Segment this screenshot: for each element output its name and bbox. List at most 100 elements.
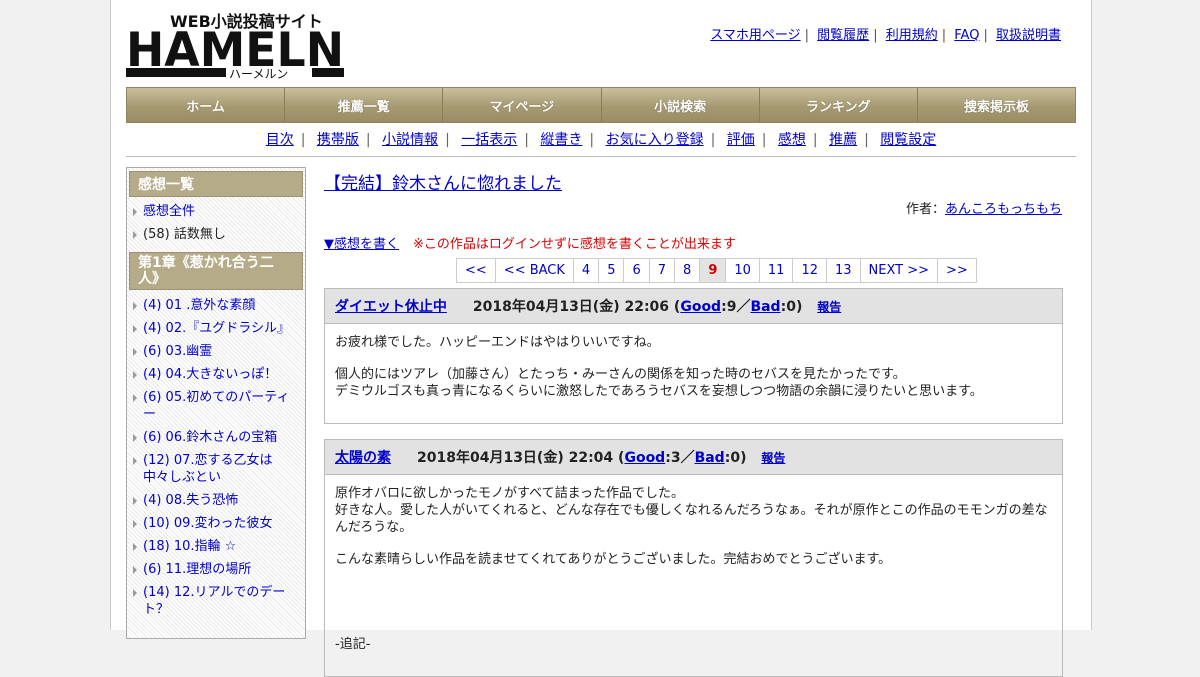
separator: |	[710, 132, 716, 148]
hameln-logo[interactable]: WEB小説投稿サイト HAMELN ハーメルン	[126, 10, 346, 81]
bad-count: 0	[730, 450, 741, 466]
subnav-reviews[interactable]: 感想	[778, 132, 806, 148]
sidebar-episode: (4) 08.失う恐怖	[127, 489, 305, 512]
review-header: ダイエット休止中 2018年04月13日(金) 22:06 (Good:9／Bad…	[325, 289, 1062, 324]
write-review-link[interactable]: ▼感想を書く	[324, 237, 399, 252]
author-link[interactable]: あんころもっちもち	[945, 202, 1062, 217]
episode-link[interactable]: (12) 07.恋する乙女は中々しぶとい	[143, 453, 273, 485]
sidebar-episode: (10) 09.変わった彼女	[127, 512, 305, 535]
write-review-note: ※この作品はログインせずに感想を書くことが出来ます	[413, 237, 736, 252]
subnav-vertical[interactable]: 縦書き	[540, 132, 582, 148]
episode-link[interactable]: (10) 09.変わった彼女	[143, 516, 273, 531]
bad-link[interactable]: Bad	[750, 299, 780, 315]
pager-back[interactable]: << BACK	[494, 258, 574, 283]
nav-home[interactable]: ホーム	[127, 88, 286, 122]
pager-page[interactable]: 10	[725, 258, 760, 283]
episode-link[interactable]: (6) 03.幽霊	[143, 344, 212, 359]
subnav-view-settings[interactable]: 閲覧設定	[880, 132, 936, 148]
subnav-mobile[interactable]: 携帯版	[317, 132, 359, 148]
sidebar-all-link[interactable]: 感想全件	[143, 204, 195, 219]
pager-page[interactable]: 4	[572, 258, 600, 283]
nav-mypage[interactable]: マイページ	[443, 88, 602, 122]
smartphone-page-link[interactable]: スマホ用ページ	[710, 28, 800, 43]
pager-current-page: 9	[699, 258, 727, 283]
sidebar-episode: (6) 11.理想の場所	[127, 558, 305, 581]
history-link[interactable]: 閲覧履歴	[817, 28, 869, 43]
review-header: 太陽の素 2018年04月13日(金) 22:04 (Good:3／Bad:0) …	[325, 440, 1062, 475]
subnav-rating[interactable]: 評価	[727, 132, 755, 148]
reviewer-name[interactable]: 太陽の素	[335, 450, 391, 466]
good-link[interactable]: Good	[624, 450, 665, 466]
sidebar-item-all: 感想全件	[127, 200, 305, 223]
pager-page[interactable]: 5	[598, 258, 625, 283]
novel-title-link[interactable]: 【完結】鈴木さんに惚れました	[324, 174, 562, 194]
sidebar-episode: (6) 03.幽霊	[127, 340, 305, 363]
faq-link[interactable]: FAQ	[954, 28, 979, 43]
report-link[interactable]: 報告	[817, 300, 841, 314]
good-link[interactable]: Good	[680, 299, 721, 315]
separator: |	[365, 132, 371, 148]
episode-link[interactable]: (6) 05.初めてのパーティー	[143, 390, 289, 422]
episode-link[interactable]: (14) 12.リアルでのデート？	[143, 585, 285, 617]
nav-search-board[interactable]: 捜索掲示板	[917, 88, 1076, 122]
separator: |	[445, 132, 450, 148]
reviewer-name[interactable]: ダイエット休止中	[335, 299, 447, 315]
good-count: 9	[726, 299, 737, 315]
sidebar-chapter-heading: 第1章《惹かれ合う二人》	[129, 252, 303, 290]
pager-page[interactable]: 6	[623, 258, 650, 283]
write-review-line: ▼感想を書く ※この作品はログインせずに感想を書くことが出来ます	[324, 233, 1064, 252]
separator: |	[864, 132, 869, 148]
sidebar-episode: (4) 02.『ユグドラシル』	[127, 317, 305, 340]
separator: |	[812, 132, 818, 148]
review-item: ダイエット休止中 2018年04月13日(金) 22:06 (Good:9／Bad…	[324, 288, 1063, 424]
review-paragraph: こんな素晴らしい作品を読ませてくれてありがとうございました。完結おめでとうござい…	[335, 552, 892, 567]
sidebar-episode: (12) 07.恋する乙女は中々しぶとい	[127, 449, 305, 489]
episode-link[interactable]: (4) 04.大きないっぽ！	[143, 367, 277, 382]
pager-page[interactable]: 11	[758, 258, 794, 283]
novel-subnav: 目次 | 携帯版 | 小説情報 | 一括表示 | 縦書き | お気に入り登録 | 評価 | 感…	[126, 129, 1076, 149]
good-count: 3	[670, 450, 681, 466]
sidebar-episode: (18) 10.指輪 ☆	[127, 535, 305, 558]
pager-next[interactable]: NEXT >>	[859, 258, 939, 283]
top-links: スマホ用ページ | 閲覧履歴 | 利用規約 | FAQ | 取扱説明書	[708, 24, 1063, 43]
pager-page[interactable]: 7	[648, 258, 676, 283]
pager-last[interactable]: >>	[937, 258, 977, 283]
review-body: お疲れ様でした。ハッピーエンドはやはりいいですね。 個人的にはツアレ（加藤さん）…	[325, 324, 1062, 423]
pager-page[interactable]: 12	[792, 258, 827, 283]
separator: |	[524, 132, 529, 148]
separator: |	[300, 132, 306, 148]
pager-page[interactable]: 13	[826, 258, 861, 283]
subnav-favorite[interactable]: お気に入り登録	[606, 132, 704, 148]
separator: |	[804, 28, 810, 43]
manual-link[interactable]: 取扱説明書	[996, 28, 1061, 43]
episode-link[interactable]: (4) 01 .意外な素顔	[143, 298, 255, 313]
report-link[interactable]: 報告	[761, 451, 785, 465]
review-paragraph: 個人的にはツアレ（加藤さん）とたっち・みーさんの関係を知った時のセバスを見たかっ…	[335, 367, 983, 399]
sidebar-episode: (14) 12.リアルでのデート？	[127, 581, 305, 621]
episode-link[interactable]: (6) 06.鈴木さんの宝箱	[143, 430, 277, 445]
nav-ranking[interactable]: ランキング	[759, 88, 918, 122]
novel-title: 【完結】鈴木さんに惚れました	[324, 167, 1064, 194]
review-paragraph: 原作オバロに欲しかったモノがすべて詰まった作品でした。 好きな人。愛した人がいて…	[335, 486, 1048, 535]
sidebar-episode: (6) 05.初めてのパーティー	[127, 386, 305, 426]
page: WEB小説投稿サイト HAMELN ハーメルン スマホ用ページ | 閲覧履歴 | 利…	[110, 0, 1092, 677]
sidebar-episode: (4) 01 .意外な素顔	[127, 294, 305, 317]
subnav-recommend[interactable]: 推薦	[829, 132, 857, 148]
episode-link[interactable]: (4) 08.失う恐怖	[143, 493, 238, 508]
review-item: 太陽の素 2018年04月13日(金) 22:04 (Good:3／Bad:0) …	[324, 439, 1063, 677]
nav-novel-search[interactable]: 小説検索	[601, 88, 760, 122]
subnav-toc[interactable]: 目次	[266, 132, 294, 148]
pager-page[interactable]: 8	[674, 258, 701, 283]
episode-link[interactable]: (6) 11.理想の場所	[143, 562, 251, 577]
terms-link[interactable]: 利用規約	[886, 28, 938, 43]
subnav-novel-info[interactable]: 小説情報	[382, 132, 438, 148]
bad-link[interactable]: Bad	[695, 450, 725, 466]
episode-link[interactable]: (18) 10.指輪 ☆	[143, 539, 236, 554]
pager-first[interactable]: <<	[456, 258, 496, 283]
nav-recommend-list[interactable]: 推薦一覧	[285, 88, 444, 122]
author-line: 作者：あんころもっちもち	[324, 198, 1064, 217]
subnav-show-all[interactable]: 一括表示	[461, 132, 517, 148]
logo-kana: ハーメルン	[229, 67, 288, 80]
separator: |	[589, 132, 595, 148]
episode-link[interactable]: (4) 02.『ユグドラシル』	[143, 321, 290, 336]
